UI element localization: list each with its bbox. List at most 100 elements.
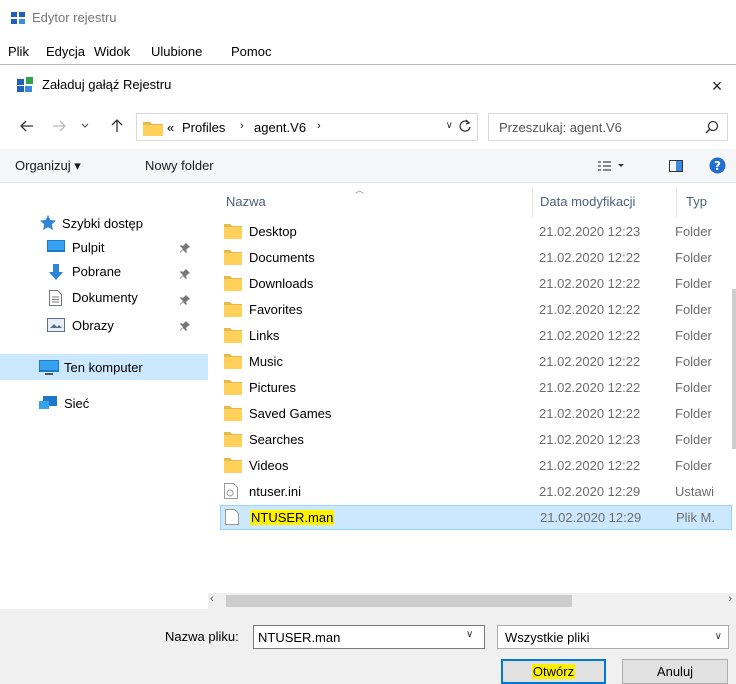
file-name: NTUSER.man: [250, 510, 335, 525]
chevron-down-icon[interactable]: ∨: [466, 629, 473, 640]
chevron-right-icon[interactable]: ›: [728, 593, 732, 605]
menu-edit[interactable]: Edycja: [46, 44, 85, 59]
new-folder-button[interactable]: Nowy folder: [145, 158, 214, 173]
nav-downloads[interactable]: Pobrane: [0, 261, 208, 285]
file-row[interactable]: Music 21.02.2020 12:22 Folder: [208, 349, 728, 374]
file-name: ntuser.ini: [249, 484, 302, 499]
computer-icon: [39, 360, 59, 375]
address-overflow[interactable]: «: [167, 120, 174, 135]
filename-input[interactable]: [253, 625, 485, 649]
file-date: 21.02.2020 12:22: [539, 302, 641, 317]
filename-label: Nazwa pliku:: [165, 629, 239, 644]
recent-locations-button[interactable]: [78, 115, 92, 137]
nav-quick-access[interactable]: Szybki dostęp: [0, 209, 208, 233]
address-segment-profiles[interactable]: Profiles: [182, 120, 225, 135]
nav-documents[interactable]: Dokumenty: [0, 287, 208, 311]
navigation-row: « Profiles › agent.V6 › ∨ Przeszukaj: ag…: [0, 105, 736, 149]
file-row[interactable]: Pictures 21.02.2020 12:22 Folder: [208, 375, 728, 400]
file-type: Plik M.: [676, 510, 715, 525]
file-row[interactable]: Documents 21.02.2020 12:22 Folder: [208, 245, 728, 270]
column-date[interactable]: Data modyfikacji: [540, 194, 635, 209]
document-icon: [49, 290, 62, 306]
pin-icon[interactable]: [180, 293, 190, 308]
pin-icon[interactable]: [180, 267, 190, 282]
file-row[interactable]: ntuser.ini 21.02.2020 12:29 Ustawi: [208, 479, 728, 504]
menu-favorites[interactable]: Ulubione: [151, 44, 202, 59]
file-row[interactable]: Favorites 21.02.2020 12:22 Folder: [208, 297, 728, 322]
column-divider[interactable]: [676, 187, 677, 217]
column-divider[interactable]: [532, 187, 533, 217]
refresh-icon[interactable]: [458, 119, 472, 133]
nav-network[interactable]: Sieć: [0, 391, 208, 415]
folder-icon: [224, 431, 242, 450]
nav-downloads-label: Pobrane: [72, 264, 122, 279]
file-type-filter[interactable]: Wszystkie pliki ∨: [497, 625, 729, 649]
file-row[interactable]: Videos 21.02.2020 12:22 Folder: [208, 453, 728, 478]
file-type: Folder: [675, 432, 712, 447]
file-row[interactable]: NTUSER.man 21.02.2020 12:29 Plik M.: [220, 505, 732, 530]
nav-this-pc[interactable]: Ten komputer: [0, 354, 208, 380]
pictures-icon: [47, 318, 65, 332]
search-box[interactable]: Przeszukaj: agent.V6: [488, 113, 728, 141]
scrollbar-thumb[interactable]: [226, 595, 572, 607]
pin-icon[interactable]: [180, 319, 190, 334]
back-button[interactable]: [16, 115, 38, 137]
file-row[interactable]: Links 21.02.2020 12:22 Folder: [208, 323, 728, 348]
address-bar[interactable]: « Profiles › agent.V6 › ∨: [136, 113, 478, 141]
menu-view[interactable]: Widok: [94, 44, 130, 59]
arrow-right-icon: [53, 120, 66, 132]
navigation-pane: Szybki dostęp Pulpit Pobrane Dokumenty O…: [0, 183, 208, 537]
close-button[interactable]: ×: [702, 73, 732, 99]
chevron-right-icon[interactable]: ›: [240, 120, 244, 132]
cancel-button[interactable]: Anuluj: [622, 659, 728, 684]
nav-quick-access-label: Szybki dostęp: [62, 216, 143, 231]
file-date: 21.02.2020 12:22: [539, 380, 641, 395]
desktop-icon: [47, 240, 65, 252]
chevron-right-icon[interactable]: ›: [317, 120, 321, 132]
chevron-left-icon[interactable]: ‹: [210, 593, 214, 605]
file-type: Folder: [675, 302, 712, 317]
pin-icon[interactable]: [180, 241, 190, 256]
dialog-footer: Nazwa pliku: ∨ Wszystkie pliki ∨ Otwórz …: [0, 609, 736, 684]
settings-file-icon: [224, 483, 238, 502]
folder-icon: [224, 379, 242, 398]
file-row[interactable]: Searches 21.02.2020 12:23 Folder: [208, 427, 728, 452]
nav-pictures[interactable]: Obrazy: [0, 313, 208, 337]
file-name: Videos: [249, 458, 289, 473]
file-date: 21.02.2020 12:22: [539, 406, 641, 421]
view-options-icon[interactable]: [598, 160, 626, 172]
dialog-title: Załaduj gałąź Rejestru: [42, 77, 172, 92]
preview-pane-icon[interactable]: [669, 160, 683, 172]
nav-desktop[interactable]: Pulpit: [0, 235, 208, 259]
folder-icon: [224, 327, 242, 346]
menu-file[interactable]: Plik: [8, 44, 29, 59]
up-button[interactable]: [106, 115, 128, 137]
open-button[interactable]: Otwórz: [501, 659, 606, 684]
chevron-down-icon[interactable]: ∨: [446, 120, 453, 131]
help-icon[interactable]: ?: [709, 157, 726, 174]
column-type[interactable]: Typ: [686, 194, 707, 209]
file-type: Ustawi: [675, 484, 715, 499]
dialog-title-bar: Załaduj gałąź Rejestru ×: [0, 65, 736, 105]
folder-icon: [224, 275, 242, 294]
file-row[interactable]: Desktop 21.02.2020 12:23 Folder: [208, 219, 728, 244]
file-date: 21.02.2020 12:22: [539, 354, 641, 369]
address-segment-agent[interactable]: agent.V6: [254, 120, 306, 135]
sort-up-icon: ︿: [355, 185, 365, 195]
file-name: Searches: [249, 432, 304, 447]
search-input[interactable]: Przeszukaj: agent.V6: [499, 120, 622, 135]
forward-button[interactable]: [48, 115, 70, 137]
horizontal-scrollbar[interactable]: ‹ ›: [208, 593, 736, 609]
file-row[interactable]: Downloads 21.02.2020 12:22 Folder: [208, 271, 728, 296]
nav-desktop-label: Pulpit: [72, 240, 105, 255]
file-row[interactable]: Saved Games 21.02.2020 12:22 Folder: [208, 401, 728, 426]
organize-button[interactable]: Organizuj ▾: [15, 158, 81, 174]
file-date: 21.02.2020 12:22: [539, 458, 641, 473]
file-type: Folder: [675, 250, 712, 265]
column-name[interactable]: Nazwa: [226, 194, 266, 209]
file-date: 21.02.2020 12:22: [539, 328, 641, 343]
file-name: Favorites: [249, 302, 303, 317]
menu-help[interactable]: Pomoc: [231, 44, 271, 59]
file-type: Folder: [675, 380, 712, 395]
vertical-scrollbar[interactable]: [732, 219, 736, 519]
